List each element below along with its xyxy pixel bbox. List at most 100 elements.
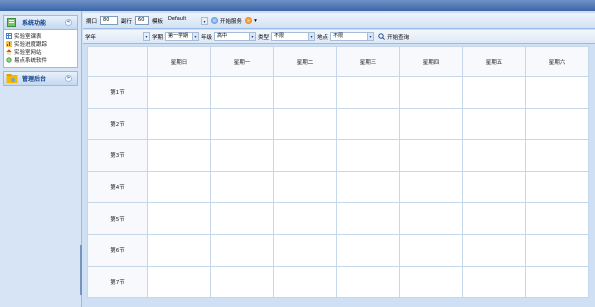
timetable-cell[interactable] bbox=[525, 202, 589, 235]
timetable-cell[interactable] bbox=[462, 265, 526, 299]
timetable-cell[interactable] bbox=[210, 76, 274, 109]
timetable-cell[interactable] bbox=[525, 76, 589, 109]
day-header: 星期三 bbox=[336, 46, 400, 77]
template-dropdown-arrow[interactable]: ▾ bbox=[201, 16, 209, 25]
timetable-cell[interactable] bbox=[462, 233, 526, 267]
expand-icon[interactable]: » bbox=[65, 75, 72, 82]
timetable-cell[interactable] bbox=[399, 170, 463, 204]
filter-place: 地点 不限 ▾ bbox=[315, 30, 375, 44]
sidebar-scrollbar[interactable] bbox=[80, 245, 82, 295]
timetable-cell[interactable] bbox=[525, 265, 589, 299]
timetable-cell[interactable] bbox=[336, 202, 400, 235]
timetable-cell[interactable] bbox=[462, 202, 526, 235]
panel-header-system-functions[interactable]: 系统功能 « bbox=[3, 15, 78, 30]
timetable-cell[interactable] bbox=[273, 170, 337, 204]
filter-academic-year: 学年 bbox=[83, 30, 143, 44]
timetable-cell[interactable] bbox=[336, 233, 400, 267]
timetable-cell[interactable] bbox=[462, 139, 526, 172]
start-query-button[interactable]: 开始查询 bbox=[378, 30, 409, 44]
grade-select[interactable]: 高中 ▾ bbox=[214, 32, 257, 41]
timetable-cell[interactable] bbox=[399, 265, 463, 299]
template-label: 模板 bbox=[152, 18, 164, 25]
timetable-cell[interactable] bbox=[399, 233, 463, 267]
day-header: 星期五 bbox=[462, 46, 526, 77]
type-value: 不限 bbox=[274, 33, 285, 39]
timetable-cell[interactable] bbox=[210, 170, 274, 204]
menu-item-lab-website[interactable]: 实验室网站 bbox=[6, 48, 77, 56]
timetable-cell[interactable] bbox=[525, 139, 589, 172]
timetable-cell[interactable] bbox=[210, 233, 274, 267]
timetable-cell[interactable] bbox=[525, 233, 589, 267]
top-toolbar: 摘口 80 副行 60 模板 Default ▾ 开始服务 ▾ bbox=[83, 13, 595, 29]
menu-item-progress-tracking[interactable]: 实验进度跟踪 bbox=[6, 40, 77, 48]
term-select[interactable]: 第一学期 ▾ bbox=[165, 32, 200, 41]
height-input[interactable]: 60 bbox=[135, 16, 150, 25]
collapse-icon[interactable]: « bbox=[65, 19, 72, 26]
window-title-bar bbox=[0, 0, 595, 11]
menu-item-lab-timetable[interactable]: 实验室课表 bbox=[6, 32, 77, 40]
timetable-cell[interactable] bbox=[273, 265, 337, 299]
panel-title: 系统功能 bbox=[22, 20, 47, 27]
grade-value: 高中 bbox=[217, 33, 228, 39]
period-label: 第5节 bbox=[87, 202, 148, 235]
panel-title: 管理后台 bbox=[22, 76, 47, 83]
timetable-cell[interactable] bbox=[147, 170, 211, 204]
table-row: 第7节 bbox=[87, 265, 589, 299]
timetable-cell[interactable] bbox=[147, 233, 211, 267]
timetable-cell[interactable] bbox=[399, 76, 463, 109]
chart-icon bbox=[6, 41, 12, 47]
period-label: 第2节 bbox=[87, 107, 148, 141]
timetable-cell[interactable] bbox=[210, 139, 274, 172]
place-select[interactable]: 不限 ▾ bbox=[330, 32, 375, 41]
timetable-cell[interactable] bbox=[210, 202, 274, 235]
place-value: 不限 bbox=[333, 33, 344, 39]
play-icon bbox=[211, 17, 219, 24]
settings-menu-button[interactable]: ▾ bbox=[245, 17, 257, 24]
timetable-cell[interactable] bbox=[147, 139, 211, 172]
timetable-cell[interactable] bbox=[273, 233, 337, 267]
day-header: 星期一 bbox=[210, 46, 274, 77]
timetable-cell[interactable] bbox=[462, 170, 526, 204]
timetable-cell[interactable] bbox=[336, 170, 400, 204]
timetable-body: 第1节 第2节 第3节 第4节 第5节 第6节 第7节 bbox=[87, 76, 589, 299]
timetable-cell[interactable] bbox=[399, 139, 463, 172]
table-row: 第6节 bbox=[87, 233, 589, 267]
width-input[interactable]: 80 bbox=[100, 16, 119, 25]
timetable-cell[interactable] bbox=[273, 202, 337, 235]
timetable-cell[interactable] bbox=[147, 76, 211, 109]
type-select[interactable]: 不限 ▾ bbox=[271, 32, 316, 41]
timetable-cell[interactable] bbox=[273, 139, 337, 172]
timetable-cell[interactable] bbox=[147, 202, 211, 235]
timetable-cell[interactable] bbox=[210, 107, 274, 141]
timetable-cell[interactable] bbox=[336, 139, 400, 172]
timetable-grid: 星期日 星期一 星期二 星期三 星期四 星期五 星期六 第1节 第2节 第3节 第4节… bbox=[87, 46, 589, 299]
timetable-cell[interactable] bbox=[399, 107, 463, 141]
filter-label: 地点 bbox=[317, 34, 329, 41]
timetable-cell[interactable] bbox=[525, 170, 589, 204]
timetable-cell[interactable] bbox=[336, 107, 400, 141]
timetable-cell[interactable] bbox=[336, 265, 400, 299]
timetable-cell[interactable] bbox=[462, 76, 526, 109]
menu-item-system-software[interactable]: 易点系统软件 bbox=[6, 56, 77, 64]
table-row: 第2节 bbox=[87, 107, 589, 141]
timetable-cell[interactable] bbox=[273, 76, 337, 109]
academic-year-spinner[interactable]: ▾ bbox=[143, 32, 150, 41]
timetable-cell[interactable] bbox=[399, 202, 463, 235]
timetable-cell[interactable] bbox=[147, 107, 211, 141]
menu-item-label: 实验进度跟踪 bbox=[14, 42, 48, 48]
filter-type: 类型 不限 ▾ bbox=[256, 30, 316, 44]
search-icon bbox=[378, 33, 385, 40]
panel-header-admin[interactable]: 管理后台 » bbox=[3, 71, 78, 86]
table-row: 第3节 bbox=[87, 139, 589, 172]
timetable-cell[interactable] bbox=[147, 265, 211, 299]
timetable-cell[interactable] bbox=[273, 107, 337, 141]
timetable-cell[interactable] bbox=[336, 76, 400, 109]
corner-cell bbox=[87, 46, 148, 77]
timetable-cell[interactable] bbox=[525, 107, 589, 141]
timetable-cell[interactable] bbox=[210, 265, 274, 299]
timetable-cell[interactable] bbox=[462, 107, 526, 141]
template-select[interactable]: Default bbox=[166, 16, 198, 25]
period-label: 第4节 bbox=[87, 170, 148, 204]
start-service-button[interactable]: 开始服务 bbox=[211, 17, 242, 25]
period-label: 第7节 bbox=[87, 265, 148, 299]
